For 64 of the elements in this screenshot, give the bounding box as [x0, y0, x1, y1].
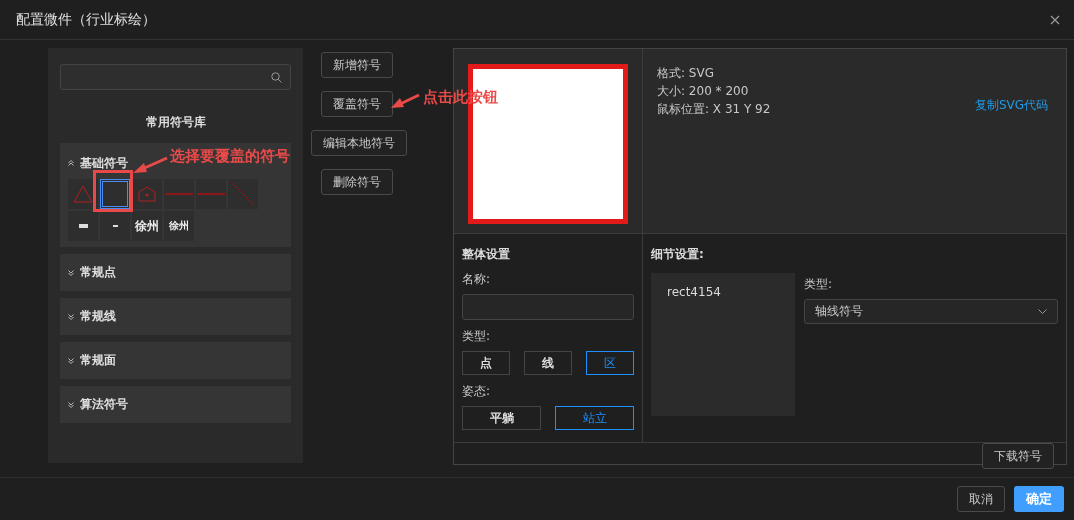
group-header[interactable]: 常规面 [68, 342, 116, 379]
text-symbol-icon [78, 224, 88, 228]
chevron-up-icon [68, 160, 74, 166]
symbol-tile[interactable]: 徐州 [164, 211, 194, 241]
copy-svg-link[interactable]: 复制SVG代码 [974, 97, 1048, 114]
name-field[interactable] [462, 294, 634, 320]
symbol-label: 徐州 [169, 219, 189, 233]
line-icon [165, 193, 193, 195]
symbol-tile[interactable]: 徐州 [132, 211, 162, 241]
symbol-tile[interactable] [196, 179, 226, 209]
size-text: 大小: 200 * 200 [657, 83, 749, 99]
download-button[interactable]: 下载符号 [982, 443, 1054, 469]
group-header[interactable]: 常规点 [68, 254, 116, 291]
pose-option[interactable]: 平躺 [462, 406, 541, 430]
annotation-arrow [390, 92, 420, 110]
search-icon [271, 71, 282, 83]
square-icon [102, 181, 128, 207]
chevron-down-icon [68, 313, 74, 320]
symbol-tile[interactable] [100, 211, 130, 241]
chevron-down-icon [68, 401, 74, 408]
chevron-down-icon [68, 269, 74, 276]
action-button[interactable]: 编辑本地符号 [311, 130, 407, 156]
group-header[interactable]: 常规线 [68, 298, 116, 335]
symbol-tile[interactable] [100, 179, 130, 209]
format-text: 格式: SVG [657, 65, 714, 81]
group-header[interactable]: 基础符号 [68, 153, 128, 173]
dialog-title: 配置微件（行业标绘） [16, 10, 156, 29]
action-button[interactable]: 覆盖符号 [321, 91, 393, 117]
type-select[interactable]: 轴线符号 [804, 299, 1058, 324]
cancel-button[interactable]: 取消 [957, 486, 1005, 512]
action-button[interactable]: 删除符号 [321, 169, 393, 195]
section-title: 整体设置 [462, 246, 511, 263]
symbol-tile[interactable] [68, 179, 98, 209]
element-item[interactable]: rect4154 [667, 285, 721, 299]
house-icon [138, 186, 156, 202]
symbol-label: 徐州 [135, 217, 159, 235]
type-option[interactable]: 线 [524, 351, 572, 375]
symbol-tile[interactable] [228, 179, 258, 209]
close-icon[interactable] [1050, 14, 1060, 25]
chevron-down-icon [68, 357, 74, 364]
pose-option[interactable]: 站立 [555, 406, 634, 430]
search-field[interactable] [60, 64, 291, 90]
library-title: 常用符号库 [144, 114, 207, 131]
mouse-position-text: 鼠标位置: X 31 Y 92 [657, 101, 771, 117]
symbol-tile[interactable] [164, 179, 194, 209]
symbol-tile[interactable] [68, 211, 98, 241]
field-label: 类型: [462, 328, 492, 345]
action-button[interactable]: 新增符号 [321, 52, 393, 78]
field-label: 名称: [462, 271, 492, 288]
annotation-arrow [132, 155, 168, 175]
section-title: 细节设置: [651, 246, 705, 263]
highlight-frame [93, 170, 133, 212]
chevron-down-icon [1038, 309, 1047, 314]
type-option[interactable]: 区 [586, 351, 634, 375]
line-icon [197, 193, 225, 195]
dash-icon [112, 225, 118, 227]
triangle-icon [73, 185, 93, 203]
type-option[interactable]: 点 [462, 351, 510, 375]
annotation-text: 选择要覆盖的符号 [170, 147, 290, 166]
field-label: 姿态: [462, 383, 492, 400]
group-header[interactable]: 算法符号 [68, 386, 128, 423]
diagonal-line-icon [231, 182, 255, 206]
field-label: 类型: [804, 276, 834, 293]
symbol-tile[interactable] [132, 179, 162, 209]
